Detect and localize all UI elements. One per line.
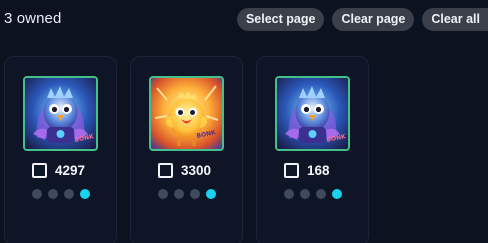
blue-bird-image: BONK: [277, 78, 348, 149]
toolbar: Select page Clear page Clear all: [236, 8, 488, 31]
token-id: 168: [307, 163, 330, 178]
card-grid: BONK 4297 BONK 3300 BONK 168: [4, 56, 369, 243]
nft-thumbnail[interactable]: BONK: [149, 76, 224, 151]
select-checkbox[interactable]: [284, 163, 299, 178]
level-dot-active[interactable]: [206, 189, 216, 199]
level-dot[interactable]: [64, 189, 74, 199]
card-id-row: 168: [284, 163, 330, 178]
level-dot[interactable]: [190, 189, 200, 199]
level-dot[interactable]: [48, 189, 58, 199]
level-dots: [284, 189, 342, 199]
level-dots: [158, 189, 216, 199]
level-dot[interactable]: [300, 189, 310, 199]
level-dot[interactable]: [284, 189, 294, 199]
card-id-row: 3300: [158, 163, 211, 178]
select-checkbox[interactable]: [32, 163, 47, 178]
level-dot[interactable]: [316, 189, 326, 199]
owned-count: 3 owned: [4, 10, 62, 27]
level-dot-active[interactable]: [80, 189, 90, 199]
nft-card[interactable]: BONK 168: [256, 56, 369, 243]
level-dot[interactable]: [158, 189, 168, 199]
app-root: 3 owned Select page Clear page Clear all: [0, 0, 488, 243]
clear-page-button[interactable]: Clear page: [332, 8, 415, 31]
nft-card[interactable]: BONK 4297: [4, 56, 117, 243]
level-dot[interactable]: [174, 189, 184, 199]
blue-bird-image: BONK: [25, 78, 96, 149]
card-id-row: 4297: [32, 163, 85, 178]
select-checkbox[interactable]: [158, 163, 173, 178]
level-dot[interactable]: [32, 189, 42, 199]
nft-card[interactable]: BONK 3300: [130, 56, 243, 243]
nft-thumbnail[interactable]: BONK: [275, 76, 350, 151]
fire-chick-image: BONK: [151, 78, 222, 149]
level-dots: [32, 189, 90, 199]
select-page-button[interactable]: Select page: [236, 8, 325, 31]
level-dot-active[interactable]: [332, 189, 342, 199]
clear-all-button[interactable]: Clear all: [422, 8, 488, 31]
token-id: 4297: [55, 163, 86, 178]
nft-thumbnail[interactable]: BONK: [23, 76, 98, 151]
token-id: 3300: [181, 163, 212, 178]
